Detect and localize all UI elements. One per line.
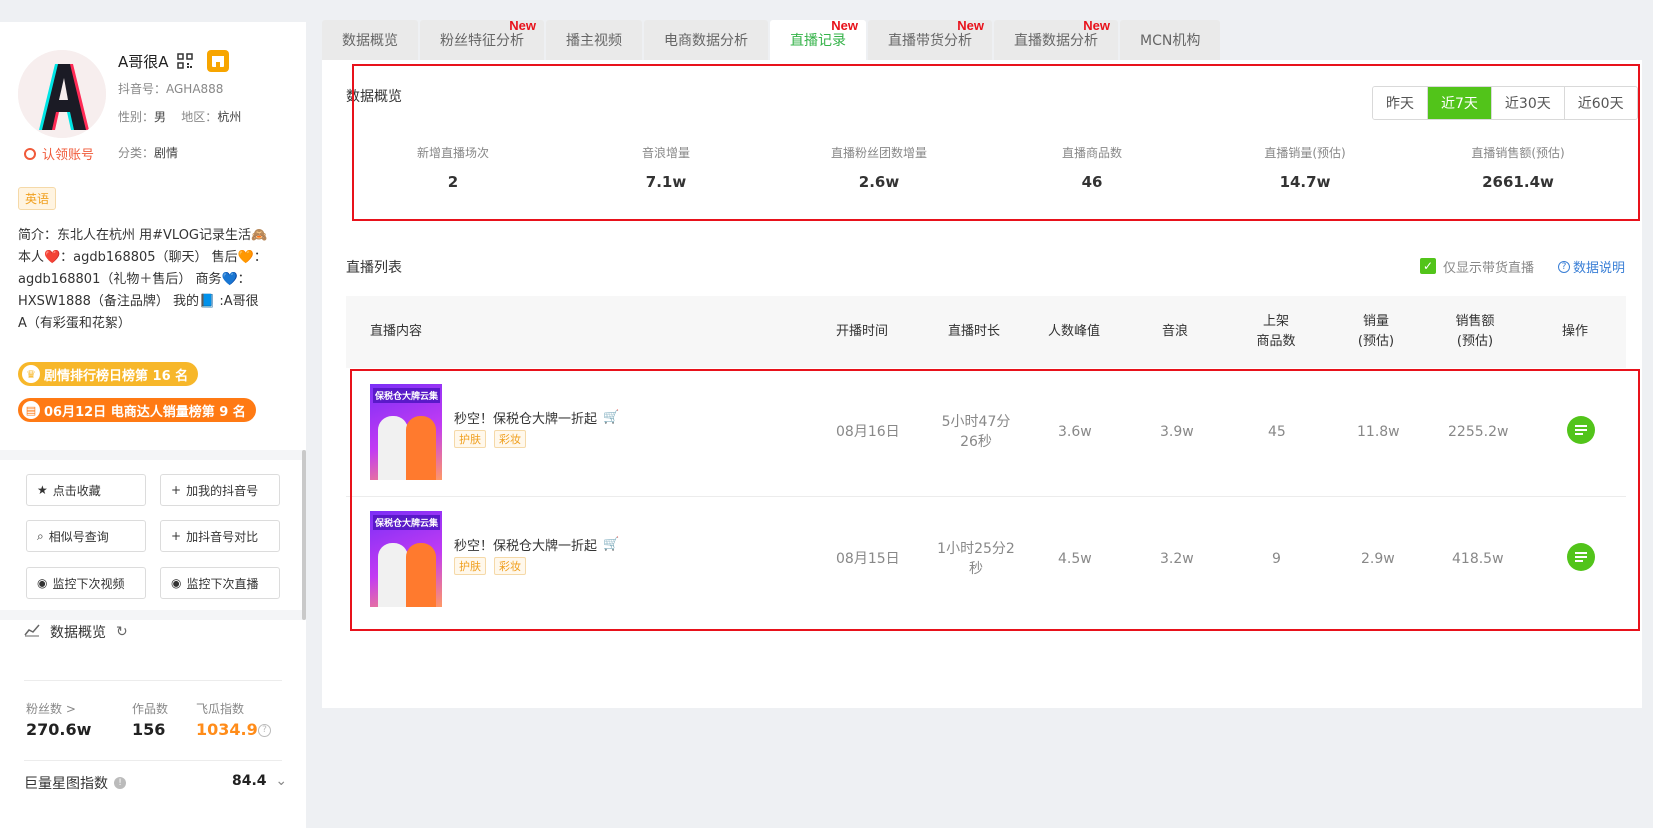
tab-fans[interactable]: 粉丝特征分析 New (420, 18, 544, 60)
fg-index-value: 1034.9 (196, 720, 258, 739)
only-goods-checkbox[interactable]: ✓ (1420, 258, 1436, 274)
monitor-video-button[interactable]: ◉ 监控下次视频 (26, 567, 146, 599)
eye-icon: ◉ (171, 576, 182, 590)
fg-index-label: 飞瓜指数 (196, 702, 245, 716)
tab-overview[interactable]: 数据概览 (322, 20, 418, 60)
divider (0, 450, 306, 460)
chevron-down-icon[interactable]: ⌄ (275, 773, 287, 789)
shop-icon[interactable] (206, 50, 229, 72)
avatar[interactable] (18, 50, 106, 138)
similar-search-button[interactable]: ⌕ 相似号查询 (26, 520, 146, 552)
divider (24, 760, 282, 761)
tab-bar: 数据概览 粉丝特征分析 New 播主视频 电商数据分析 直播记录 New 直播带货分… (322, 18, 1221, 60)
search-icon: ⌕ (37, 528, 44, 543)
new-badge: New (831, 18, 858, 33)
fans-value: 270.6w (26, 720, 92, 739)
add-mine-button[interactable]: + 加我的抖音号 (160, 474, 280, 506)
help-circle-icon: ? (1558, 260, 1570, 273)
data-help-link[interactable]: ? 数据说明 (1558, 257, 1625, 276)
eye-icon: ◉ (37, 576, 48, 590)
profile-name: A哥很A (118, 52, 169, 71)
th-sales: 销量 (预估) (1357, 314, 1395, 349)
tab-live-goods[interactable]: 直播带货分析 New (868, 18, 992, 60)
gender-region: 性别：男 地区：杭州 (118, 110, 242, 124)
tab-live-records[interactable]: 直播记录 New (770, 18, 866, 60)
only-goods-label[interactable]: 仅显示带货直播 (1443, 257, 1534, 276)
tab-live-data[interactable]: 直播数据分析 New (994, 18, 1118, 60)
highlight-box-overview (352, 64, 1640, 221)
tab-mcn[interactable]: MCN机构 (1120, 20, 1221, 60)
plus-icon: + (171, 529, 182, 543)
th-duration: 直播时长 (948, 324, 1001, 339)
tab-ecommerce[interactable]: 电商数据分析 (644, 20, 768, 60)
divider (0, 610, 306, 620)
side-overview-header: 数据概览 ↻ (24, 622, 128, 642)
monitor-live-button[interactable]: ◉ 监控下次直播 (160, 567, 280, 599)
th-yinlang: 音浪 (1162, 324, 1189, 339)
trend-icon (24, 623, 40, 641)
th-start: 开播时间 (836, 324, 889, 339)
fans-label[interactable]: 粉丝数 > (26, 700, 76, 717)
profile-sidebar: A哥很A 抖音号：AGHA888 性别：男 地区：杭州 认领账号 分类：剧情 英… (0, 22, 306, 828)
language-tag: 英语 (18, 187, 57, 210)
works-value: 156 (132, 720, 166, 739)
profile-intro: 简介：东北人在杭州 用#VLOG记录生活🙈 本人❤️：agdb168805（聊天… (18, 228, 268, 331)
category: 分类：剧情 (118, 146, 179, 160)
th-peak: 人数峰值 (1048, 324, 1101, 339)
favorite-button[interactable]: ★ 点击收藏 (26, 474, 146, 506)
jl-index-label: 巨量星图指数 ! (24, 773, 126, 793)
works-label: 作品数 (132, 702, 169, 716)
divider (24, 680, 282, 681)
add-compare-button[interactable]: + 加抖音号对比 (160, 520, 280, 552)
qrcode-icon[interactable] (176, 53, 193, 69)
th-op: 操作 (1562, 324, 1589, 339)
tab-videos[interactable]: 播主视频 (546, 20, 642, 60)
sidebar-scrollbar[interactable] (302, 450, 306, 620)
target-icon (24, 147, 36, 160)
th-content: 直播内容 (370, 324, 423, 339)
refresh-icon[interactable]: ↻ (116, 624, 128, 640)
plus-icon: + (171, 483, 182, 497)
info-icon[interactable]: ! (114, 777, 126, 789)
rank-badge-ecommerce[interactable]: ▤ 06月12日 电商达人销量榜第 9 名 (18, 398, 256, 422)
highlight-box-live-list (350, 369, 1640, 631)
th-gmv: 销售额 (预估) (1455, 314, 1495, 349)
live-list-title: 直播列表 (346, 260, 402, 276)
douyin-id: 抖音号：AGHA888 (118, 82, 224, 96)
new-badge: New (957, 18, 984, 33)
th-goods: 上架 商品数 (1256, 314, 1296, 349)
new-badge: New (509, 18, 536, 33)
star-icon: ★ (37, 483, 48, 497)
profile-name-row: A哥很A (118, 50, 229, 72)
jl-index-value: 84.4 ⌄ (232, 773, 288, 789)
help-icon[interactable]: ? (258, 724, 271, 737)
new-badge: New (1083, 18, 1110, 33)
claim-account-link[interactable]: 认领账号 (24, 144, 94, 163)
shop-rank-icon: ▤ (22, 401, 40, 419)
crown-icon: ♛ (22, 365, 40, 383)
rank-badge-drama[interactable]: ♛ 剧情排行榜日榜第 16 名 (18, 362, 199, 386)
